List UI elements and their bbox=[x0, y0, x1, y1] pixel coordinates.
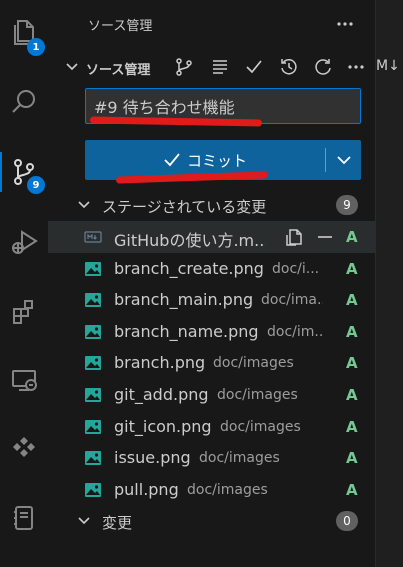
branch-graph-icon[interactable] bbox=[172, 55, 196, 79]
file-path: doc/images bbox=[213, 355, 294, 372]
activity-explorer[interactable]: 1 bbox=[0, 8, 48, 56]
activity-extension-pack[interactable] bbox=[0, 424, 48, 472]
activity-source-control[interactable]: 9 bbox=[0, 148, 48, 196]
editor-tab[interactable]: M↓ の使 bbox=[376, 48, 403, 84]
activity-extensions[interactable] bbox=[0, 288, 48, 336]
file-row[interactable]: branch_main.png doc/ima... A bbox=[48, 284, 375, 316]
file-row[interactable]: branch_name.png doc/im... A bbox=[48, 316, 375, 348]
file-status-added: A bbox=[346, 291, 358, 310]
file-row[interactable]: branch_create.png doc/i... A bbox=[48, 253, 375, 285]
extensions-icon bbox=[13, 300, 33, 324]
activity-remote-explorer[interactable] bbox=[0, 356, 48, 404]
file-status-added: A bbox=[346, 417, 358, 436]
source-control-sidebar: ソース管理 ソース管理 コミット bbox=[48, 0, 375, 567]
file-path: doc/images bbox=[199, 450, 280, 467]
source-control-section-header[interactable]: ソース管理 bbox=[48, 54, 375, 80]
file-path: doc/i... bbox=[272, 260, 320, 277]
file-label: git_add.png doc/images bbox=[48, 379, 323, 411]
changes-title: 変更 bbox=[102, 514, 133, 532]
file-label: GitHubの使い方.m... bbox=[48, 221, 266, 253]
remote-explorer-icon bbox=[12, 370, 37, 391]
chevron-down-icon[interactable] bbox=[76, 513, 92, 529]
file-row[interactable]: branch.png doc/images A bbox=[48, 347, 375, 379]
file-name: GitHubの使い方.m... bbox=[114, 231, 266, 250]
commit-button-label: コミット bbox=[186, 151, 247, 170]
file-label: pull.png doc/images bbox=[48, 474, 323, 506]
unstage-icon[interactable] bbox=[313, 225, 337, 249]
file-path: doc/im... bbox=[267, 323, 323, 340]
activity-search[interactable] bbox=[0, 78, 48, 126]
file-status-added: A bbox=[346, 259, 358, 278]
list-view-icon[interactable] bbox=[208, 55, 232, 79]
file-name: branch_create.png bbox=[114, 258, 264, 278]
staged-count-badge: 9 bbox=[336, 195, 358, 215]
section-title: ソース管理 bbox=[86, 63, 151, 78]
activity-bar: 1 9 bbox=[0, 0, 48, 567]
diamond-grid-icon bbox=[13, 437, 35, 457]
refresh-icon[interactable] bbox=[311, 55, 335, 79]
file-status-added: A bbox=[346, 322, 358, 341]
file-row[interactable]: git_add.png doc/images A bbox=[48, 379, 375, 411]
activity-notebook[interactable] bbox=[0, 494, 48, 542]
check-icon[interactable] bbox=[242, 55, 266, 79]
file-label: branch_create.png doc/i... bbox=[48, 253, 323, 285]
file-label: branch.png doc/images bbox=[48, 347, 323, 379]
file-name: branch_name.png bbox=[114, 321, 259, 341]
commit-dropdown-button[interactable] bbox=[326, 140, 361, 180]
editor-area: M↓ の使 bbox=[375, 0, 403, 567]
file-path: doc/images bbox=[217, 387, 298, 403]
changes-count-badge: 0 bbox=[336, 511, 358, 531]
file-path: doc/images bbox=[187, 481, 268, 498]
file-row[interactable]: GitHubの使い方.m... A bbox=[48, 221, 375, 253]
file-label: issue.png doc/images bbox=[48, 442, 323, 474]
file-status-added: A bbox=[346, 449, 358, 468]
file-path: doc/ima... bbox=[261, 292, 323, 309]
file-name: git_icon.png bbox=[114, 416, 212, 436]
file-status-added: A bbox=[346, 480, 358, 499]
chevron-down-icon bbox=[336, 155, 351, 164]
file-label: branch_main.png doc/ima... bbox=[48, 284, 323, 316]
sidebar-title: ソース管理 bbox=[88, 19, 153, 34]
file-name: git_add.png bbox=[114, 385, 209, 404]
file-label: git_icon.png doc/images bbox=[48, 411, 323, 443]
notebook-icon bbox=[14, 506, 33, 530]
activity-run-debug[interactable] bbox=[0, 218, 48, 266]
file-row[interactable]: git_icon.png doc/images A bbox=[48, 411, 375, 443]
source-control-badge: 9 bbox=[27, 176, 45, 194]
staged-changes-title: ステージされている変更 bbox=[102, 198, 267, 216]
chevron-down-icon[interactable] bbox=[64, 59, 80, 75]
explorer-badge: 1 bbox=[27, 38, 45, 56]
section-more-icon[interactable] bbox=[344, 55, 368, 79]
history-icon[interactable] bbox=[277, 55, 301, 79]
file-label: branch_name.png doc/im... bbox=[48, 316, 323, 348]
file-status-added: A bbox=[346, 354, 358, 373]
file-name: branch.png bbox=[114, 353, 206, 373]
file-path: doc/images bbox=[220, 418, 301, 435]
more-actions-icon[interactable] bbox=[332, 11, 358, 37]
sidebar-header: ソース管理 bbox=[48, 10, 375, 40]
search-icon bbox=[12, 90, 35, 113]
check-icon bbox=[163, 152, 181, 168]
file-row[interactable]: issue.png doc/images A bbox=[48, 442, 375, 474]
file-status-added: A bbox=[346, 228, 358, 246]
file-name: branch_main.png bbox=[114, 290, 254, 310]
chevron-down-icon[interactable] bbox=[76, 197, 92, 213]
file-status-added: A bbox=[346, 386, 358, 404]
run-debug-icon bbox=[12, 230, 38, 254]
changes-header[interactable]: 変更 0 bbox=[48, 507, 375, 535]
file-name: issue.png bbox=[114, 448, 191, 468]
open-file-icon[interactable] bbox=[283, 225, 307, 249]
file-row[interactable]: pull.png doc/images A bbox=[48, 474, 375, 506]
staged-changes-header[interactable]: ステージされている変更 9 bbox=[48, 191, 375, 219]
file-name: pull.png bbox=[114, 479, 179, 499]
